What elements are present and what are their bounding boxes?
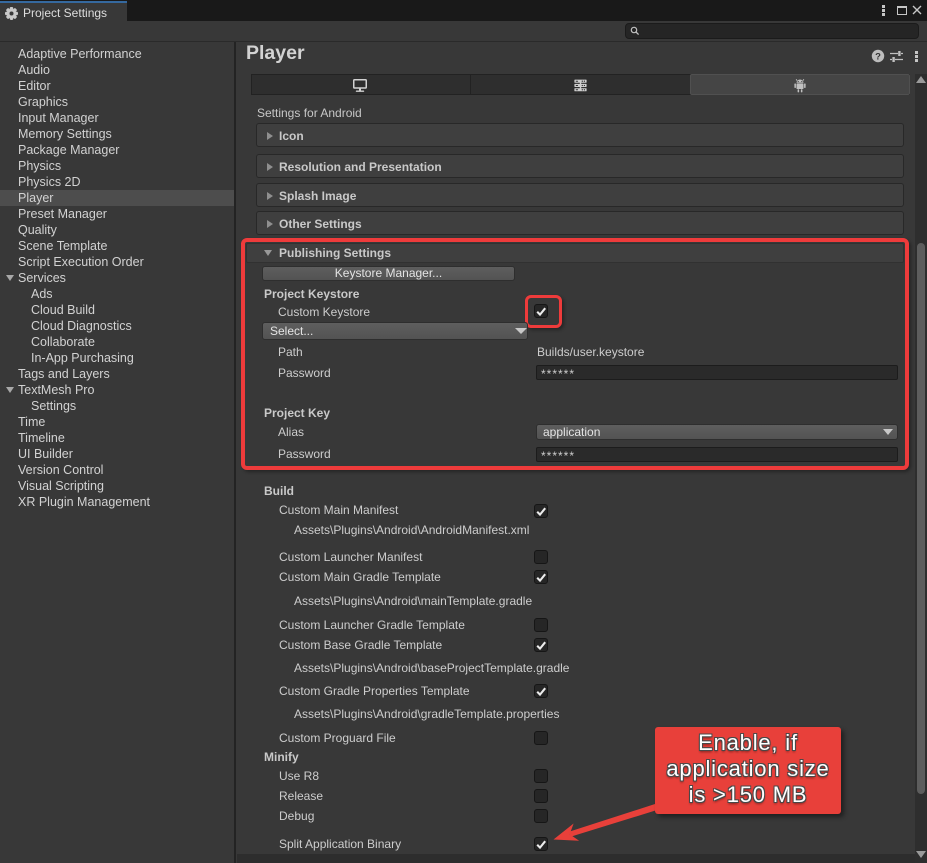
svg-text:?: ? bbox=[875, 51, 881, 62]
